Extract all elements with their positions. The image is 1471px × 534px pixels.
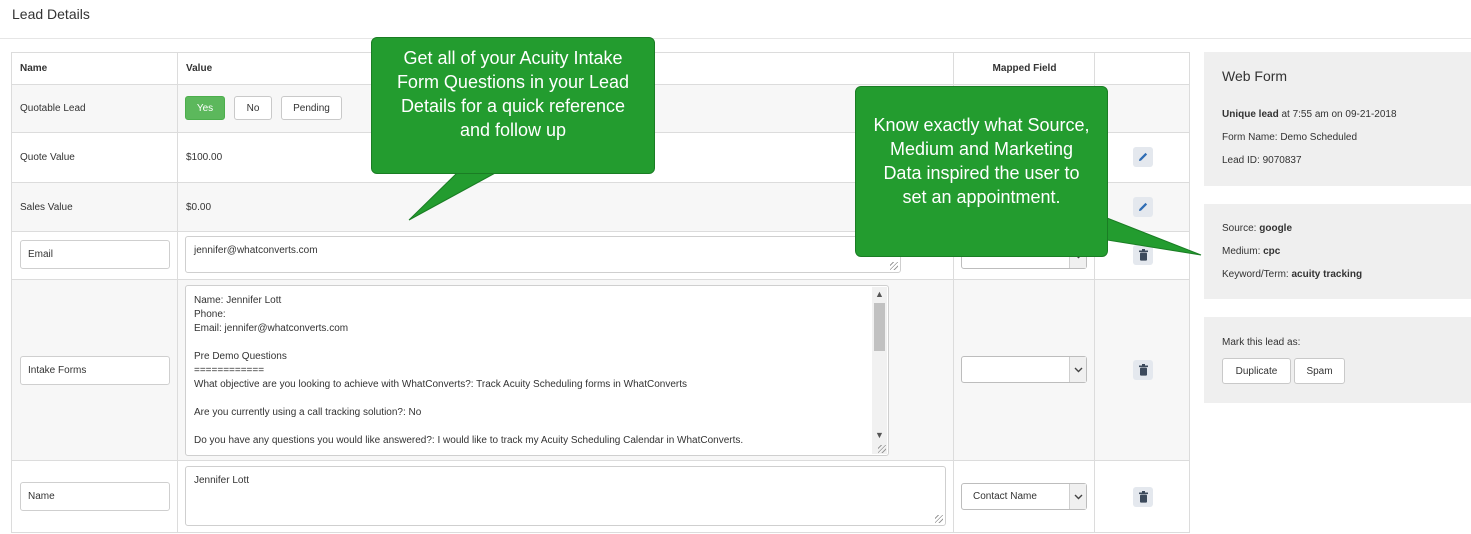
mark-lead-panel: Mark this lead as: Duplicate Spam — [1204, 317, 1471, 403]
medium-value: cpc — [1263, 246, 1281, 257]
unique-lead-time: at 7:55 am on 09-21-2018 — [1278, 109, 1397, 120]
source-value: google — [1259, 223, 1293, 234]
unique-lead-label: Unique lead — [1222, 109, 1279, 120]
source-info: Source: google — [1222, 223, 1292, 234]
spam-button[interactable]: Spam — [1294, 358, 1345, 384]
unique-lead-info: Unique lead at 7:55 am on 09-21-2018 — [1222, 109, 1397, 120]
mark-lead-label: Mark this lead as: — [1222, 337, 1301, 348]
medium-label: Medium: — [1222, 246, 1264, 257]
keyword-info: Keyword/Term: acuity tracking — [1222, 269, 1362, 280]
right-callout: Know exactly what Source, Medium and Mar… — [855, 86, 1108, 257]
right-callout-pointer — [1106, 217, 1202, 256]
left-callout: Get all of your Acuity Intake Form Quest… — [371, 37, 655, 174]
duplicate-button[interactable]: Duplicate — [1222, 358, 1291, 384]
marketing-panel: Source: google Medium: cpc Keyword/Term:… — [1204, 204, 1471, 299]
lead-id: Lead ID: 9070837 — [1222, 155, 1302, 166]
form-name: Form Name: Demo Scheduled — [1222, 132, 1358, 143]
source-label: Source: — [1222, 223, 1260, 234]
web-form-title: Web Form — [1222, 68, 1288, 84]
medium-info: Medium: cpc — [1222, 246, 1280, 257]
web-form-panel: Web Form Unique lead at 7:55 am on 09-21… — [1204, 52, 1471, 186]
keyword-label: Keyword/Term: — [1222, 269, 1292, 280]
keyword-value: acuity tracking — [1291, 269, 1363, 280]
left-callout-pointer — [408, 171, 498, 221]
